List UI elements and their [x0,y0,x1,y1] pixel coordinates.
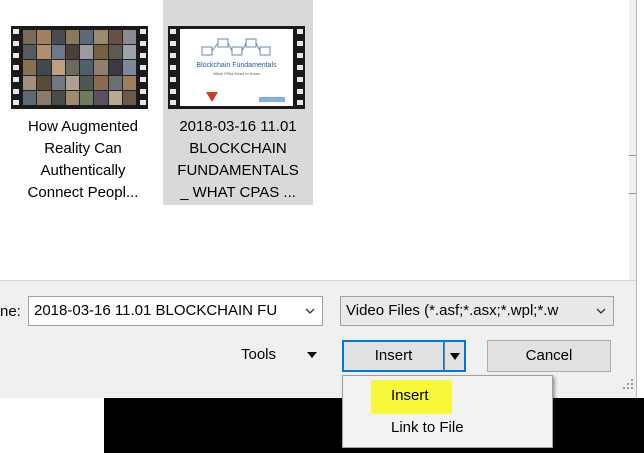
menu-item-label: Link to File [391,419,464,436]
slide-title: Blockchain Fundamentals [196,62,277,69]
scrollbar-marker [629,155,636,156]
film-sprockets-left [168,26,178,109]
window-edge [637,0,644,398]
shield-logo-icon [206,92,218,102]
caption-line: Authentically [40,162,126,179]
filename-value: 2018-03-16 11.01 BLOCKCHAIN FU [34,302,278,319]
caption-line: Connect Peopl... [27,184,139,201]
scrollbar-track[interactable] [629,0,636,280]
scrollbar-marker [629,193,636,194]
file-caption: 2018-03-16 11.01 BLOCKCHAIN FUNDAMENTALS… [163,116,313,204]
caption-line: BLOCKCHAIN [189,140,287,157]
chevron-down-icon [305,308,315,314]
mosaic-thumbnail-image [23,30,136,105]
insert-split-dropdown[interactable] [444,340,466,372]
file-list: How Augmented Reality Can Authentically … [0,0,636,281]
network-diagram-icon [201,38,271,56]
caption-line: How Augmented [27,118,139,135]
menu-item-label: Insert [391,387,429,404]
chevron-down-icon [596,308,606,314]
menu-item-link-to-file[interactable]: Link to File [343,413,552,443]
file-caption: How Augmented Reality Can Authentically … [8,116,158,204]
file-tile-augmented-reality[interactable]: How Augmented Reality Can Authentically … [8,0,158,205]
filetype-value: Video Files (*.asf;*.asx;*.wpl;*.w [346,302,559,319]
filetype-select[interactable]: Video Files (*.asf;*.asx;*.wpl;*.w [340,296,614,326]
insert-options-menu: Insert Link to File [342,375,553,448]
insert-button[interactable]: Insert [342,340,445,372]
film-sprockets-left [11,26,21,109]
triangle-down-icon[interactable] [307,352,317,358]
file-tile-blockchain-fundamentals[interactable]: Blockchain Fundamentals What CPAs Need t… [163,0,313,205]
filename-combobox[interactable]: 2018-03-16 11.01 BLOCKCHAIN FU [28,296,323,326]
filename-label: ne: [0,303,21,320]
video-thumbnail: Blockchain Fundamentals What CPAs Need t… [168,26,305,109]
menu-item-insert[interactable]: Insert [343,381,552,411]
film-sprockets-right [138,26,148,109]
caption-line: _ WHAT CPAS ... [180,184,296,201]
brand-logo-icon [259,97,285,102]
slide-subtitle: What CPAs Need to Know [213,71,260,76]
film-sprockets-right [295,26,305,109]
slide-thumbnail-image: Blockchain Fundamentals What CPAs Need t… [180,29,293,106]
caption-line: Reality Can [44,140,122,157]
resize-grip-icon[interactable] [622,378,634,390]
background-window [0,398,104,453]
caption-line: 2018-03-16 11.01 [179,118,297,135]
cancel-button[interactable]: Cancel [487,340,611,372]
video-thumbnail [11,26,148,109]
caption-line: FUNDAMENTALS [177,162,299,179]
tools-button[interactable]: Tools [241,346,276,363]
insert-video-dialog: How Augmented Reality Can Authentically … [0,0,637,398]
